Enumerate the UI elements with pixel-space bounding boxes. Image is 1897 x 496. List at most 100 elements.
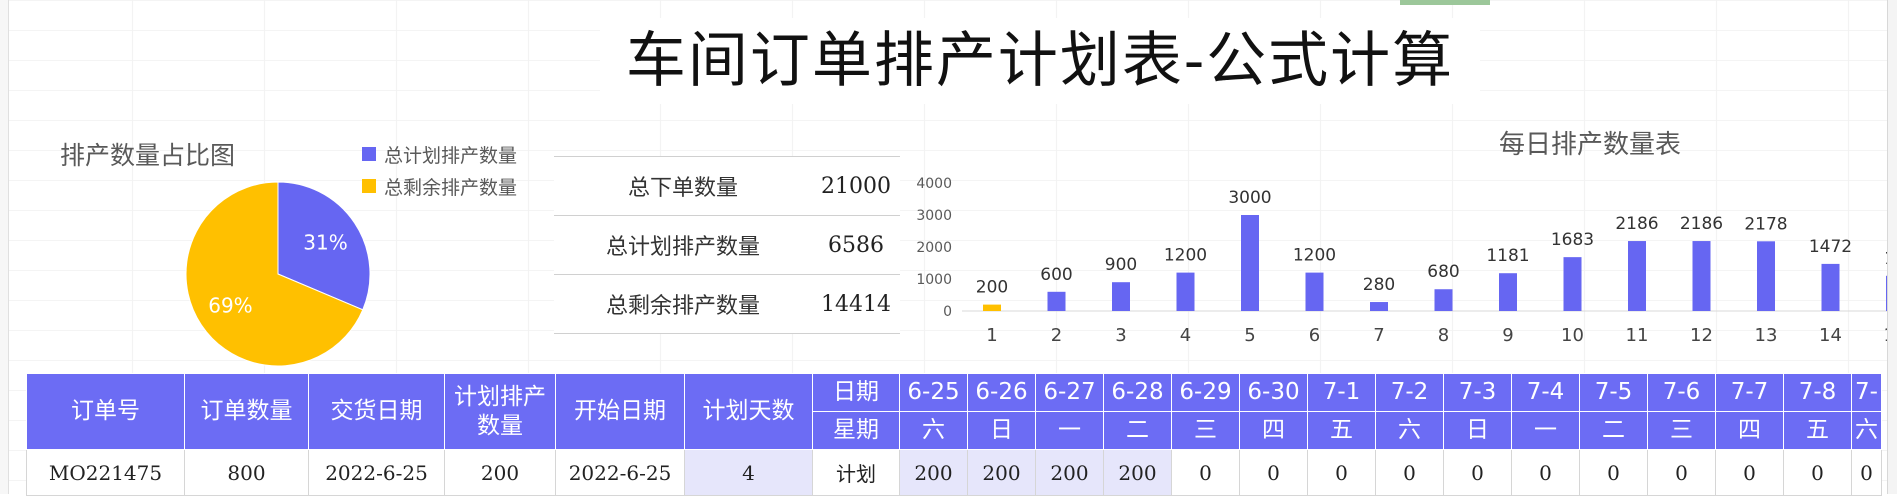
bar[interactable] xyxy=(1692,241,1711,311)
x-tick-label: 5 xyxy=(1244,325,1255,346)
cell-daily-plan[interactable]: 200 xyxy=(1103,449,1172,496)
legend-swatch-planned xyxy=(362,147,376,161)
header-weekday[interactable]: 三 xyxy=(1647,411,1716,450)
header-date[interactable]: 6-29 xyxy=(1171,373,1240,412)
selected-column-indicator xyxy=(1400,0,1490,5)
bar[interactable] xyxy=(1370,302,1388,311)
bar[interactable] xyxy=(1499,273,1517,311)
header-weekday[interactable]: 六 xyxy=(1851,411,1882,450)
cell-daily-plan[interactable]: 0 xyxy=(1511,449,1580,496)
bar[interactable] xyxy=(1886,275,1887,311)
cell-daily-plan[interactable]: 0 xyxy=(1783,449,1852,496)
y-tick-label: 1000 xyxy=(916,272,952,288)
legend-item-remaining: 总剩余排产数量 xyxy=(362,170,517,202)
bar-value-label: 2178 xyxy=(1744,214,1787,234)
header-date[interactable]: 6-25 xyxy=(899,373,968,412)
header-weekday[interactable]: 一 xyxy=(1511,411,1580,450)
pie-chart[interactable]: 31% 69% xyxy=(178,174,378,374)
header-date[interactable]: 7- xyxy=(1851,373,1882,412)
cell-daily-plan[interactable]: 0 xyxy=(1375,449,1444,496)
header-weekday[interactable]: 一 xyxy=(1035,411,1104,450)
vertical-scrollbar[interactable] xyxy=(1887,0,1897,494)
daily-bar-chart[interactable]: 0 1000 2000 3000 4000 200 1 600 2 900 3 1200 4 3000 5 1… xyxy=(910,168,1887,358)
x-tick-label: 9 xyxy=(1502,325,1513,346)
header-date[interactable]: 7-6 xyxy=(1647,373,1716,412)
header-date[interactable]: 7-2 xyxy=(1375,373,1444,412)
header-weekday[interactable]: 二 xyxy=(1103,411,1172,450)
bar[interactable] xyxy=(1757,241,1775,311)
cell-delivery-date[interactable]: 2022-6-25 xyxy=(308,449,445,496)
header-weekday[interactable]: 五 xyxy=(1783,411,1852,450)
cell-order-no[interactable]: MO221475 xyxy=(26,449,185,496)
header-weekday[interactable]: 三 xyxy=(1171,411,1240,450)
bar[interactable] xyxy=(1628,241,1646,311)
header-date[interactable]: 7-3 xyxy=(1443,373,1512,412)
header-date[interactable]: 6-30 xyxy=(1239,373,1308,412)
header-date[interactable]: 6-27 xyxy=(1035,373,1104,412)
cell-daily-plan[interactable]: 0 xyxy=(1443,449,1512,496)
header-date[interactable]: 6-26 xyxy=(967,373,1036,412)
cell-start-date[interactable]: 2022-6-25 xyxy=(555,449,685,496)
header-weekday[interactable]: 日 xyxy=(967,411,1036,450)
bar[interactable] xyxy=(1047,291,1066,311)
cell-daily-plan[interactable]: 0 xyxy=(1307,449,1376,496)
cell-daily-plan[interactable]: 0 xyxy=(1579,449,1648,496)
header-start-date[interactable]: 开始日期 xyxy=(555,373,685,450)
header-date-label[interactable]: 日期 xyxy=(812,373,900,412)
bar[interactable] xyxy=(1241,215,1259,311)
header-date[interactable]: 7-1 xyxy=(1307,373,1376,412)
header-date[interactable]: 7-7 xyxy=(1715,373,1784,412)
header-delivery-date[interactable]: 交货日期 xyxy=(308,373,445,450)
bar[interactable] xyxy=(1112,282,1130,311)
legend-item-planned: 总计划排产数量 xyxy=(362,138,517,170)
header-plan-qty-line1: 计划排产 xyxy=(454,383,546,410)
x-tick-label: 3 xyxy=(1115,325,1126,346)
bar-chart-title: 每日排产数量表 xyxy=(1498,130,1681,160)
header-order-no[interactable]: 订单号 xyxy=(26,373,185,450)
bar[interactable] xyxy=(983,304,1001,311)
header-date[interactable]: 7-5 xyxy=(1579,373,1648,412)
cell-daily-plan[interactable]: 200 xyxy=(1035,449,1104,496)
header-weekday[interactable]: 二 xyxy=(1579,411,1648,450)
cell-daily-plan[interactable]: 0 xyxy=(1239,449,1308,496)
header-date[interactable]: 7-8 xyxy=(1783,373,1852,412)
cell-plan-qty[interactable]: 200 xyxy=(444,449,556,496)
row-header-strip xyxy=(0,0,9,494)
header-weekday[interactable]: 日 xyxy=(1443,411,1512,450)
bar[interactable] xyxy=(1821,263,1840,311)
x-tick-label: 7 xyxy=(1373,325,1384,346)
bar[interactable] xyxy=(1563,257,1582,311)
bar-value-label: 600 xyxy=(1040,265,1072,285)
x-tick-label: 1 xyxy=(986,325,997,346)
header-weekday[interactable]: 六 xyxy=(1375,411,1444,450)
header-weekday[interactable]: 五 xyxy=(1307,411,1376,450)
header-week-label[interactable]: 星期 xyxy=(812,411,900,450)
summary-label: 总计划排产数量 xyxy=(605,235,760,260)
cell-plan-days[interactable]: 4 xyxy=(684,449,813,496)
header-plan-qty[interactable]: 计划排产 数量 xyxy=(444,373,556,450)
table-row[interactable]: MO221475 800 2022-6-25 200 2022-6-25 4 计… xyxy=(26,449,1882,496)
header-weekday[interactable]: 六 xyxy=(899,411,968,450)
bar-value-label: 11 xyxy=(1884,249,1887,269)
bar[interactable] xyxy=(1305,272,1324,311)
bar[interactable] xyxy=(1434,289,1453,311)
cell-order-qty[interactable]: 800 xyxy=(184,449,309,496)
header-date[interactable]: 7-4 xyxy=(1511,373,1580,412)
y-tick-label: 3000 xyxy=(916,208,952,224)
cell-daily-plan[interactable]: 200 xyxy=(967,449,1036,496)
bar-value-label: 1181 xyxy=(1486,246,1529,266)
cell-daily-plan[interactable]: 0 xyxy=(1851,449,1882,496)
header-order-qty[interactable]: 订单数量 xyxy=(184,373,309,450)
summary-label: 总剩余排产数量 xyxy=(605,294,760,319)
header-weekday[interactable]: 四 xyxy=(1715,411,1784,450)
cell-daily-plan[interactable]: 200 xyxy=(899,449,968,496)
cell-daily-plan[interactable]: 0 xyxy=(1647,449,1716,496)
cell-row-type[interactable]: 计划 xyxy=(812,449,900,496)
bar-value-label: 1472 xyxy=(1809,237,1852,257)
cell-daily-plan[interactable]: 0 xyxy=(1715,449,1784,496)
bar[interactable] xyxy=(1176,272,1195,311)
header-plan-days[interactable]: 计划天数 xyxy=(684,373,813,450)
cell-daily-plan[interactable]: 0 xyxy=(1171,449,1240,496)
header-weekday[interactable]: 四 xyxy=(1239,411,1308,450)
header-date[interactable]: 6-28 xyxy=(1103,373,1172,412)
